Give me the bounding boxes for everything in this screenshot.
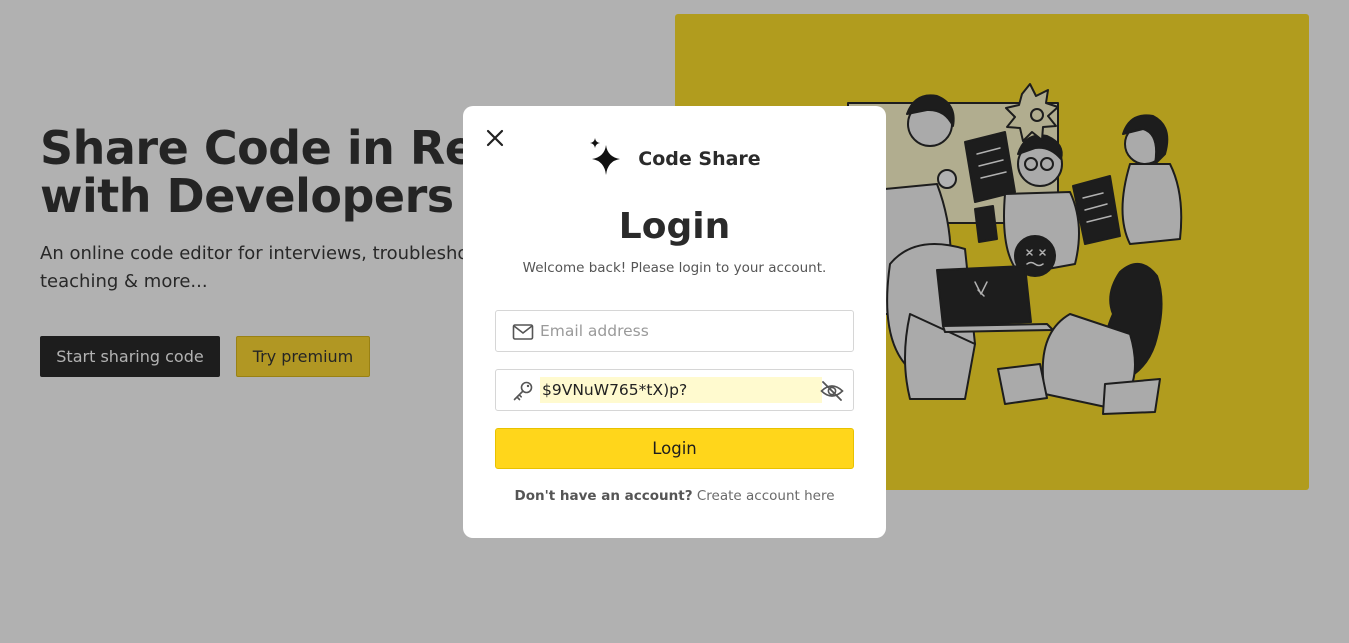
brand-name: Code Share bbox=[638, 148, 761, 170]
eye-off-icon[interactable] bbox=[819, 378, 845, 404]
email-field bbox=[495, 310, 854, 352]
create-account-link[interactable]: Create account here bbox=[697, 488, 835, 504]
sparkle-icon bbox=[588, 137, 624, 181]
brand: Code Share bbox=[463, 138, 886, 180]
modal-title: Login bbox=[618, 206, 731, 247]
signup-prompt: Don't have an account? Create account he… bbox=[463, 488, 886, 504]
modal-subtitle: Welcome back! Please login to your accou… bbox=[522, 260, 827, 276]
login-modal: Code Share Login Welcome back! Please lo… bbox=[463, 106, 886, 538]
password-input[interactable] bbox=[540, 377, 822, 403]
email-input[interactable] bbox=[540, 318, 840, 344]
signup-question: Don't have an account? bbox=[514, 488, 693, 504]
mail-icon bbox=[512, 321, 534, 343]
password-field bbox=[495, 369, 854, 411]
login-button[interactable]: Login bbox=[495, 428, 854, 469]
key-icon bbox=[512, 380, 534, 402]
